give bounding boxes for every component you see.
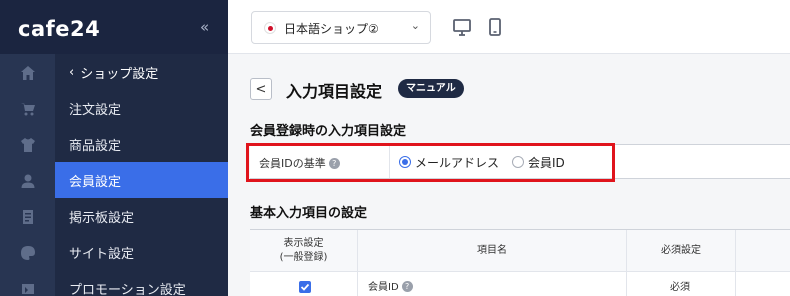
shop-select[interactable]: 日本語ショップ② ⌄ (251, 11, 431, 44)
mobile-icon[interactable] (484, 16, 506, 38)
member-id-basis-row: 会員IDの基準? メールアドレス 会員ID (250, 144, 790, 179)
sidebar-parent-label: ショップ設定 (80, 66, 159, 82)
section-title-basic-fields: 基本入力項目の設定 (250, 206, 368, 221)
board-icon[interactable] (19, 208, 37, 226)
top-bar: 日本語ショップ② ⌄ (228, 0, 790, 54)
icon-rail (0, 54, 55, 296)
column-header-item-name: 項目名 (358, 230, 627, 272)
logo-area: cafe24 « (0, 0, 228, 54)
desktop-icon[interactable] (451, 16, 473, 38)
table-cell-display (250, 272, 358, 296)
table-cell-extra (736, 272, 790, 296)
radio-email-label[interactable]: メールアドレス (415, 154, 499, 171)
form-label-cell: 会員IDの基準? (250, 145, 390, 178)
help-icon[interactable]: ? (401, 281, 413, 292)
sidebar-item-member-settings[interactable]: 会員設定 (55, 162, 228, 198)
sidebar-item-site-settings[interactable]: サイト設定 (55, 234, 228, 270)
sidebar-item-board-settings[interactable]: 掲示板設定 (55, 198, 228, 234)
item-name-member-id: 会員ID (368, 282, 399, 293)
member-id-basis-label: 会員IDの基準 (259, 157, 326, 170)
column-header-extra (736, 230, 790, 272)
cafe24-logo[interactable]: cafe24 (18, 17, 100, 41)
chevron-left-icon: ‹ (69, 64, 75, 80)
page-title: 入力項目設定 (286, 82, 383, 101)
back-button[interactable]: < (250, 78, 272, 100)
collapse-sidebar-button[interactable]: « (200, 18, 209, 36)
sidebar-item-product-settings[interactable]: 商品設定 (55, 126, 228, 162)
promo-icon[interactable] (19, 280, 37, 296)
cart-icon[interactable] (19, 100, 37, 118)
sidebar: cafe24 « ‹ ショップ設定 注文設定 商品設定 会員設定 掲示板設定 サ… (0, 0, 228, 296)
radio-email[interactable] (399, 156, 411, 168)
display-checkbox[interactable] (299, 281, 311, 293)
sidebar-parent-shop-settings[interactable]: ‹ ショップ設定 (55, 54, 228, 90)
japan-flag-icon (264, 22, 276, 34)
radio-member-id[interactable] (512, 156, 524, 168)
basic-fields-table: 表示設定 (一般登録) 項目名 必須設定 会員ID? 必須 (250, 229, 790, 296)
user-icon[interactable] (19, 172, 37, 190)
required-value: 必須 (670, 282, 690, 293)
table-cell-required: 必須 (627, 272, 736, 296)
column-header-display: 表示設定 (一般登録) (250, 230, 358, 272)
shop-select-value: 日本語ショップ② (284, 22, 379, 36)
table-cell-item-name: 会員ID? (358, 272, 627, 296)
sidebar-item-order-settings[interactable]: 注文設定 (55, 90, 228, 126)
sidebar-menu: ‹ ショップ設定 注文設定 商品設定 会員設定 掲示板設定 サイト設定 プロモー… (55, 54, 228, 296)
section-title-registration-fields: 会員登録時の入力項目設定 (250, 124, 407, 139)
column-header-required: 必須設定 (627, 230, 736, 272)
home-icon[interactable] (19, 64, 37, 82)
shirt-icon[interactable] (19, 136, 37, 154)
main-content: < 入力項目設定 マニュアル 会員登録時の入力項目設定 会員IDの基準? メール… (228, 54, 790, 296)
help-icon[interactable]: ? (328, 158, 340, 169)
palette-icon[interactable] (19, 244, 37, 262)
chevron-down-icon: ⌄ (410, 19, 420, 32)
sidebar-item-promotion-settings[interactable]: プロモーション設定 (55, 270, 228, 296)
radio-member-id-label[interactable]: 会員ID (528, 154, 565, 171)
manual-badge[interactable]: マニュアル (398, 79, 464, 98)
